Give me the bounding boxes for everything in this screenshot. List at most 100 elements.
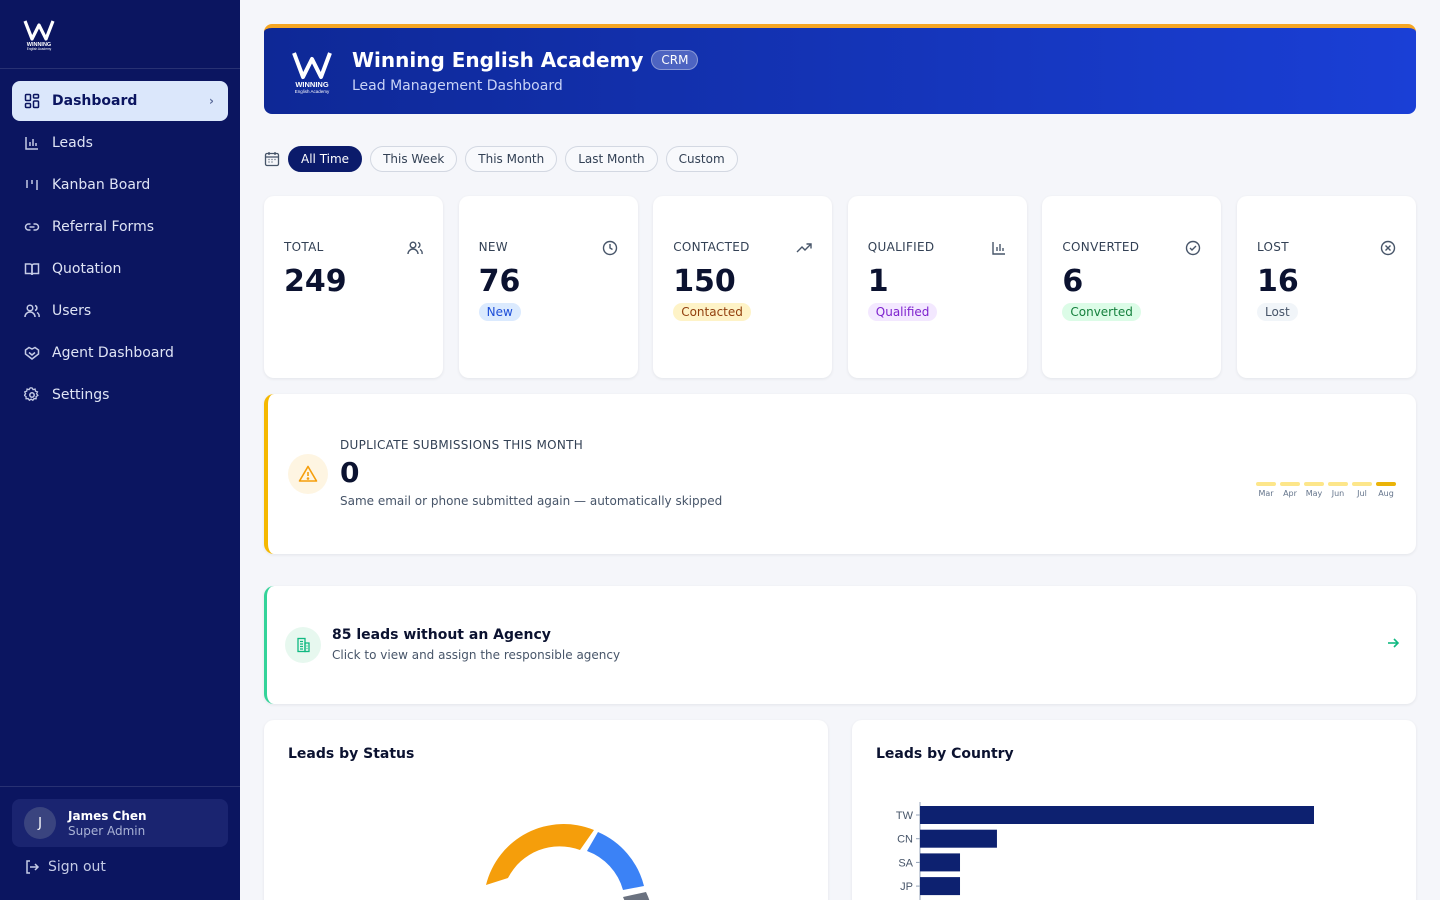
stat-card-converted[interactable]: CONVERTED 6 Converted xyxy=(1042,196,1222,378)
clock-icon xyxy=(602,240,618,256)
agency-banner-subtitle: Click to view and assign the responsible… xyxy=(332,648,621,662)
unassigned-agency-banner[interactable]: 85 leads without an Agency Click to view… xyxy=(264,586,1416,704)
sidebar-item-quotation[interactable]: Quotation xyxy=(12,249,228,289)
sidebar-logo[interactable]: WINNING English Academy xyxy=(0,0,240,69)
date-filter-bar: All Time This Week This Month Last Month… xyxy=(264,146,746,172)
sidebar-item-kanban-board[interactable]: Kanban Board xyxy=(12,165,228,205)
app-title: Winning English Academy xyxy=(352,48,644,72)
trending-up-icon xyxy=(796,240,812,256)
sidebar-item-dashboard[interactable]: Dashboard › xyxy=(12,81,228,121)
filter-last-month[interactable]: Last Month xyxy=(565,146,658,172)
country-bar-sa[interactable] xyxy=(920,853,961,872)
stat-label: QUALIFIED xyxy=(867,240,935,254)
stats-row: TOTAL 249 NEW 76 New CONTACTED 150 Conta… xyxy=(264,196,1416,378)
stat-label: LOST xyxy=(1256,240,1289,254)
sidebar-item-users[interactable]: Users xyxy=(12,291,228,331)
sidebar: WINNING English Academy Dashboard › Lead… xyxy=(0,0,240,900)
country-bar-cn[interactable] xyxy=(920,829,997,848)
building-icon xyxy=(285,627,321,663)
brand-logo-icon: WINNING English Academy xyxy=(23,20,55,51)
duplicate-count: 0 xyxy=(340,456,360,489)
stat-card-total[interactable]: TOTAL 249 xyxy=(264,196,443,378)
leads-by-country-panel: Leads by Country TW CN SA JP xyxy=(852,720,1416,900)
book-icon xyxy=(24,261,40,277)
link-icon xyxy=(24,219,40,235)
spark-bar xyxy=(1376,482,1396,486)
stat-label: TOTAL xyxy=(284,240,324,254)
spark-bar xyxy=(1352,482,1372,486)
spark-month: May xyxy=(1304,482,1324,498)
handshake-icon xyxy=(24,345,40,361)
stat-card-lost[interactable]: LOST 16 Lost xyxy=(1236,196,1416,378)
sidebar-item-label: Quotation xyxy=(52,261,122,277)
donut-slice-contacted[interactable] xyxy=(486,824,594,885)
stat-label: CONTACTED xyxy=(673,240,750,254)
arrow-right-icon[interactable] xyxy=(1386,636,1400,650)
chevron-right-icon: › xyxy=(209,94,214,108)
stat-label: NEW xyxy=(478,240,508,254)
status-badge: Lost xyxy=(1256,303,1298,321)
users-icon xyxy=(407,240,423,256)
avatar: J xyxy=(24,807,56,839)
spark-label: Apr xyxy=(1283,489,1297,498)
sidebar-item-label: Kanban Board xyxy=(52,177,151,193)
country-bar-chart: TW CN SA JP xyxy=(896,802,1314,900)
spark-month: Aug xyxy=(1376,482,1396,498)
stat-card-new[interactable]: NEW 76 New xyxy=(458,196,638,378)
user-card[interactable]: J James Chen Super Admin xyxy=(12,799,228,847)
stat-card-qualified[interactable]: QUALIFIED 1 Qualified xyxy=(847,196,1027,378)
spark-month: Jul xyxy=(1352,482,1372,498)
spark-month: Apr xyxy=(1280,482,1300,498)
sidebar-footer: J James Chen Super Admin Sign out xyxy=(0,786,240,900)
country-bar-jp[interactable] xyxy=(920,877,961,896)
sidebar-item-label: Users xyxy=(52,303,92,319)
spark-label: May xyxy=(1305,489,1323,498)
filter-this-week[interactable]: This Week xyxy=(370,146,458,172)
stat-label: CONVERTED xyxy=(1062,240,1140,254)
stat-value: 249 xyxy=(284,264,347,299)
country-tick-label: SA xyxy=(898,857,913,869)
spark-month: Mar xyxy=(1256,482,1276,498)
spark-label: Jul xyxy=(1357,489,1367,498)
sidebar-item-referral-forms[interactable]: Referral Forms xyxy=(12,207,228,247)
user-role: Super Admin xyxy=(68,823,146,838)
donut-slice-lost[interactable] xyxy=(623,892,650,900)
calendar-icon xyxy=(264,151,280,167)
status-badge: New xyxy=(478,303,521,321)
svg-text:WINNING: WINNING xyxy=(295,80,328,89)
kanban-icon xyxy=(24,177,40,193)
donut-slice-new[interactable] xyxy=(587,832,644,890)
stat-card-contacted[interactable]: CONTACTED 150 Contacted xyxy=(653,196,833,378)
filter-all-time[interactable]: All Time xyxy=(288,146,363,172)
check-circle-icon xyxy=(1185,240,1201,256)
stat-value: 1 xyxy=(867,264,889,299)
duplicate-sparkline: Mar Apr May Jun Jul Aug xyxy=(1252,482,1396,498)
user-name: James Chen xyxy=(68,808,147,823)
filter-custom[interactable]: Custom xyxy=(665,146,738,172)
sidebar-item-leads[interactable]: Leads xyxy=(12,123,228,163)
agency-banner-title: 85 leads without an Agency xyxy=(332,627,551,643)
spark-label: Mar xyxy=(1258,489,1274,498)
stat-value: 76 xyxy=(478,264,521,299)
main-content: WINNING English Academy Winning English … xyxy=(240,0,1440,900)
spark-bar xyxy=(1328,482,1348,486)
stat-value: 150 xyxy=(673,264,736,299)
country-tick-label: CN xyxy=(897,834,913,846)
spark-label: Jun xyxy=(1331,489,1345,498)
filter-this-month[interactable]: This Month xyxy=(465,146,558,172)
bar-chart-icon xyxy=(24,135,40,151)
crm-badge: CRM xyxy=(651,50,699,70)
header-banner: WINNING English Academy Winning English … xyxy=(264,24,1416,114)
warning-icon xyxy=(288,454,328,494)
leads-by-status-panel: Leads by Status xyxy=(264,720,828,900)
bar-chart-icon xyxy=(991,240,1007,256)
sign-out-button[interactable]: Sign out xyxy=(24,859,106,875)
spark-bar xyxy=(1304,482,1324,486)
duplicate-description: Same email or phone submitted again — au… xyxy=(340,494,723,508)
sidebar-item-label: Referral Forms xyxy=(52,219,154,235)
users-icon xyxy=(24,303,40,319)
dashboard-grid-icon xyxy=(24,93,40,109)
country-bar-tw[interactable] xyxy=(920,806,1314,824)
sidebar-item-settings[interactable]: Settings xyxy=(12,375,228,415)
sidebar-item-agent-dashboard[interactable]: Agent Dashboard xyxy=(12,333,228,373)
